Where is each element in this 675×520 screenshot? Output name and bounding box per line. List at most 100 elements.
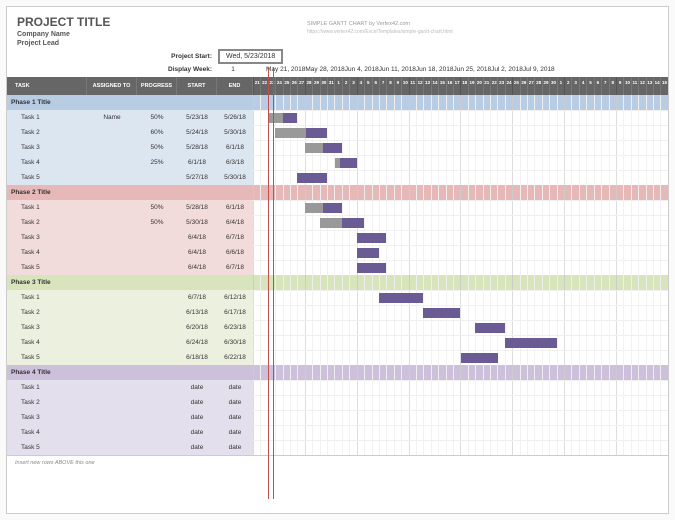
gantt-bar[interactable] — [305, 203, 342, 213]
task-row[interactable]: Task 250%5/30/186/4/18 — [7, 215, 668, 230]
task-row[interactable]: Task 425%6/1/186/3/18 — [7, 155, 668, 170]
task-assigned[interactable] — [87, 245, 137, 260]
task-start[interactable]: date — [177, 395, 217, 410]
task-row[interactable]: Task 1 50%5/28/186/1/18 — [7, 200, 668, 215]
task-name[interactable]: Task 3 — [7, 410, 87, 425]
phase-title[interactable]: Phase 3 Title — [7, 275, 87, 290]
phase-row[interactable]: Phase 1 Title — [7, 95, 668, 110]
task-row[interactable]: Task 3 datedate — [7, 410, 668, 425]
task-assigned[interactable] — [87, 215, 137, 230]
task-name[interactable]: Task 4 — [7, 335, 87, 350]
task-start[interactable]: date — [177, 410, 217, 425]
task-name[interactable]: Task 1 — [7, 380, 87, 395]
task-row[interactable]: Task 36/4/186/7/18 — [7, 230, 668, 245]
task-end[interactable]: 5/26/18 — [217, 110, 253, 125]
task-end[interactable]: 6/1/18 — [217, 200, 253, 215]
task-end[interactable]: 6/23/18 — [217, 320, 253, 335]
task-assigned[interactable] — [87, 335, 137, 350]
task-name[interactable]: Task 3 — [7, 140, 87, 155]
task-progress[interactable]: 50% — [137, 200, 177, 215]
task-assigned[interactable] — [87, 125, 137, 140]
gantt-bar[interactable] — [357, 263, 387, 273]
task-start[interactable]: 6/4/18 — [177, 245, 217, 260]
gantt-bar[interactable] — [320, 218, 364, 228]
task-row[interactable]: Task 36/20/186/23/18 — [7, 320, 668, 335]
task-end[interactable]: 5/30/18 — [217, 125, 253, 140]
task-assigned[interactable] — [87, 170, 137, 185]
task-start[interactable]: date — [177, 380, 217, 395]
task-start[interactable]: 5/28/18 — [177, 200, 217, 215]
task-name[interactable]: Task 1 — [7, 200, 87, 215]
task-row[interactable]: Task 16/7/186/12/18 — [7, 290, 668, 305]
task-name[interactable]: Task 4 — [7, 155, 87, 170]
task-assigned[interactable] — [87, 290, 137, 305]
task-start[interactable]: 5/24/18 — [177, 125, 217, 140]
phase-title[interactable]: Phase 2 Title — [7, 185, 87, 200]
task-assigned[interactable] — [87, 395, 137, 410]
task-row[interactable]: Task 56/4/186/7/18 — [7, 260, 668, 275]
task-row[interactable]: Task 5datedate — [7, 440, 668, 455]
task-name[interactable]: Task 5 — [7, 440, 87, 455]
gantt-bar[interactable] — [505, 338, 557, 348]
task-assigned[interactable] — [87, 440, 137, 455]
task-assigned[interactable] — [87, 350, 137, 365]
task-name[interactable]: Task 4 — [7, 245, 87, 260]
task-row[interactable]: Task 2 datedate — [7, 395, 668, 410]
gantt-bar[interactable] — [461, 353, 498, 363]
phase-title[interactable]: Phase 1 Title — [7, 95, 87, 110]
project-start-value[interactable]: Wed, 5/23/2018 — [218, 49, 283, 64]
task-progress[interactable] — [137, 440, 177, 455]
task-start[interactable]: 6/24/18 — [177, 335, 217, 350]
task-row[interactable]: Task 56/18/186/22/18 — [7, 350, 668, 365]
task-start[interactable]: 6/20/18 — [177, 320, 217, 335]
task-end[interactable]: 5/30/18 — [217, 170, 253, 185]
task-name[interactable]: Task 5 — [7, 350, 87, 365]
task-end[interactable]: date — [217, 425, 253, 440]
task-end[interactable]: date — [217, 380, 253, 395]
task-end[interactable]: 6/22/18 — [217, 350, 253, 365]
task-name[interactable]: Task 4 — [7, 425, 87, 440]
task-start[interactable]: date — [177, 440, 217, 455]
task-progress[interactable] — [137, 245, 177, 260]
project-lead[interactable]: Project Lead — [17, 40, 658, 47]
task-progress[interactable] — [137, 410, 177, 425]
task-end[interactable]: date — [217, 410, 253, 425]
task-start[interactable]: 6/4/18 — [177, 260, 217, 275]
task-row[interactable]: Task 4datedate — [7, 425, 668, 440]
task-end[interactable]: 6/7/18 — [217, 230, 253, 245]
task-start[interactable]: 5/30/18 — [177, 215, 217, 230]
task-progress[interactable] — [137, 305, 177, 320]
task-progress[interactable]: 50% — [137, 215, 177, 230]
task-progress[interactable]: 25% — [137, 155, 177, 170]
gantt-bar[interactable] — [475, 323, 505, 333]
task-name[interactable]: Task 3 — [7, 230, 87, 245]
task-start[interactable]: 6/7/18 — [177, 290, 217, 305]
gantt-bar[interactable] — [357, 248, 379, 258]
phase-row[interactable]: Phase 4 Title — [7, 365, 668, 380]
gantt-bar[interactable] — [423, 308, 460, 318]
gantt-bar[interactable] — [275, 128, 327, 138]
gantt-bar[interactable] — [379, 293, 423, 303]
task-start[interactable]: 6/13/18 — [177, 305, 217, 320]
task-assigned[interactable] — [87, 410, 137, 425]
task-end[interactable]: date — [217, 395, 253, 410]
task-end[interactable]: 6/3/18 — [217, 155, 253, 170]
task-row[interactable]: Task 55/27/185/30/18 — [7, 170, 668, 185]
task-name[interactable]: Task 2 — [7, 125, 87, 140]
task-assigned[interactable] — [87, 425, 137, 440]
task-progress[interactable] — [137, 170, 177, 185]
task-progress[interactable] — [137, 425, 177, 440]
task-assigned[interactable] — [87, 320, 137, 335]
gantt-bar[interactable] — [297, 173, 327, 183]
task-row[interactable]: Task 46/4/186/6/18 — [7, 245, 668, 260]
task-progress[interactable]: 60% — [137, 125, 177, 140]
task-row[interactable]: Task 46/24/186/30/18 — [7, 335, 668, 350]
task-assigned[interactable] — [87, 140, 137, 155]
task-name[interactable]: Task 2 — [7, 215, 87, 230]
task-progress[interactable] — [137, 320, 177, 335]
gantt-bar[interactable] — [357, 233, 387, 243]
task-end[interactable]: 6/17/18 — [217, 305, 253, 320]
task-row[interactable]: Task 1 datedate — [7, 380, 668, 395]
task-name[interactable]: Task 2 — [7, 395, 87, 410]
task-progress[interactable]: 50% — [137, 140, 177, 155]
